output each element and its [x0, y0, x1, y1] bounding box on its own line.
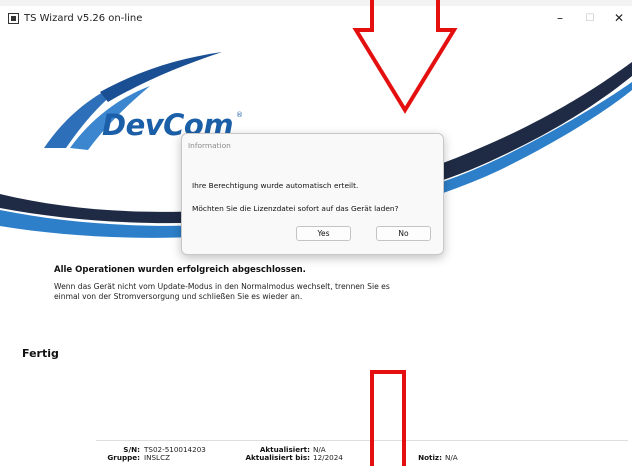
status-title: Alle Operationen wurden erfolgreich abge…	[54, 265, 306, 275]
information-dialog: Information Ihre Berechtigung wurde auto…	[181, 133, 444, 255]
device-info-bar: S/N: TS02-510014203 Gruppe: INSLCZ Aktua…	[96, 440, 628, 467]
fertig-label: Fertig	[22, 347, 59, 360]
status-text: Wenn das Gerät nicht vom Update-Modus in…	[54, 282, 390, 301]
updated-until-label: Aktualisiert bis:	[245, 453, 310, 462]
minimize-icon[interactable]: –	[545, 6, 575, 30]
updated-until-value: 12/2024	[313, 453, 343, 462]
window-title: TS Wizard v5.26 on-line	[24, 12, 143, 24]
note-value: N/A	[445, 453, 458, 462]
app-icon	[8, 12, 19, 24]
group-label: Gruppe:	[107, 453, 140, 462]
note-label: Notiz:	[418, 453, 442, 462]
dialog-message-question: Möchten Sie die Lizenzdatei sofort auf d…	[192, 204, 399, 213]
registered-mark: ®	[236, 111, 243, 119]
group-value: INSLCZ	[144, 453, 171, 462]
maximize-icon[interactable]: ☐	[575, 6, 605, 30]
yes-button[interactable]: Yes	[296, 226, 351, 241]
dialog-message-permission: Ihre Berechtigung wurde automatisch erte…	[192, 181, 359, 190]
dialog-title: Information	[188, 141, 231, 150]
window-titlebar[interactable]: TS Wizard v5.26 on-line – ☐ ✕	[0, 6, 632, 30]
close-icon[interactable]: ✕	[604, 6, 632, 30]
no-button[interactable]: No	[376, 226, 431, 241]
